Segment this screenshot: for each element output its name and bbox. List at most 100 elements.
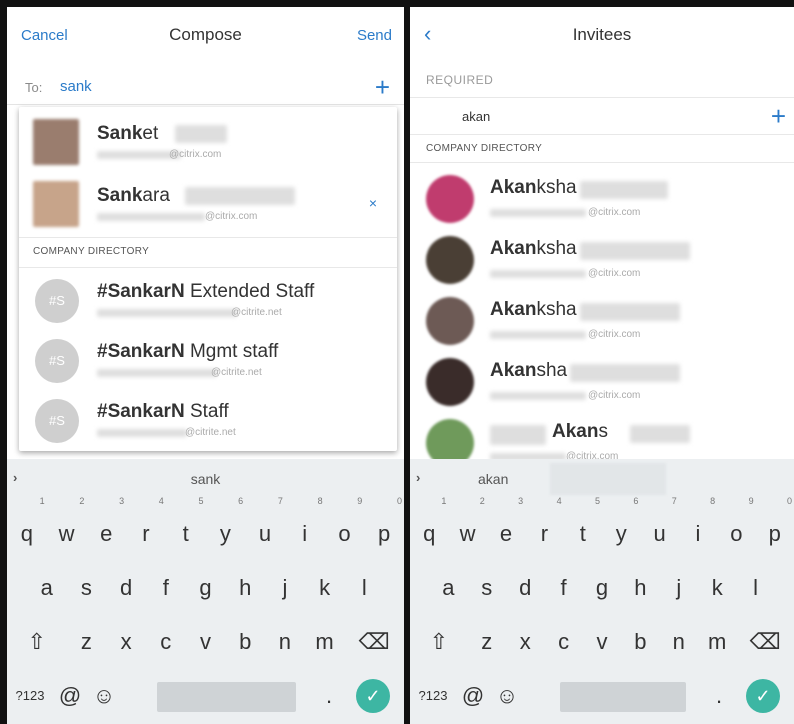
suggestion-word[interactable]: akan	[478, 471, 508, 487]
to-input[interactable]: sank	[60, 78, 92, 95]
key-o[interactable]: o9	[325, 497, 365, 559]
key-c[interactable]: c	[146, 617, 186, 667]
keyboard-row: q1w2e3r4t5y6u7i8o9p0	[410, 497, 794, 563]
emoji-icon[interactable]: ☺	[87, 671, 121, 721]
send-button[interactable]: Send	[357, 27, 392, 44]
suggestion-slot[interactable]	[550, 463, 666, 495]
key-q[interactable]: q1	[7, 497, 47, 559]
emoji-icon[interactable]: ☺	[490, 671, 524, 721]
key-b[interactable]: b	[225, 617, 265, 667]
key-s[interactable]: s	[67, 563, 107, 613]
key-y[interactable]: y6	[602, 497, 640, 559]
key-y[interactable]: y6	[206, 497, 246, 559]
key-h[interactable]: h	[621, 563, 659, 613]
invitee-row[interactable]: Akansha @citrix.com	[410, 352, 794, 412]
to-field[interactable]: To: sank +	[7, 69, 404, 105]
key-a[interactable]: a	[27, 563, 67, 613]
required-field[interactable]: akan +	[410, 97, 794, 135]
key-d[interactable]: d	[106, 563, 146, 613]
key-v[interactable]: v	[583, 617, 621, 667]
key-w[interactable]: w2	[448, 497, 486, 559]
group-suggestion[interactable]: #S #SankarN Staff @citrite.net	[19, 391, 397, 453]
key-i[interactable]: i8	[679, 497, 717, 559]
group-suggestion[interactable]: #S #SankarN Extended Staff @citrite.net	[19, 271, 397, 333]
key-at[interactable]: @	[456, 671, 490, 721]
invitee-name: Akanksha	[490, 177, 577, 198]
enter-icon[interactable]: ✓	[746, 679, 780, 713]
suggestion-word[interactable]: sank	[7, 471, 404, 487]
group-suggestion[interactable]: #S #SankarN Mgmt staff @citrite.net	[19, 331, 397, 393]
key-f[interactable]: f	[146, 563, 186, 613]
symbols-key[interactable]: ?123	[7, 671, 53, 721]
invitee-row[interactable]: Akanksha @citrix.com	[410, 230, 794, 290]
key-o[interactable]: o9	[717, 497, 755, 559]
key-g[interactable]: g	[186, 563, 226, 613]
key-r[interactable]: r4	[126, 497, 166, 559]
add-invitee-icon[interactable]: +	[771, 103, 786, 129]
key-v[interactable]: v	[186, 617, 226, 667]
key-period[interactable]: .	[314, 671, 344, 721]
key-m[interactable]: m	[698, 617, 736, 667]
symbols-key[interactable]: ?123	[410, 671, 456, 721]
backspace-icon[interactable]: ⌫	[344, 617, 404, 667]
group-email-domain: @citrite.net	[211, 367, 262, 378]
key-u[interactable]: u7	[245, 497, 285, 559]
key-g[interactable]: g	[583, 563, 621, 613]
key-s[interactable]: s	[468, 563, 506, 613]
key-b[interactable]: b	[621, 617, 659, 667]
invitee-row[interactable]: Akanksha @citrix.com	[410, 291, 794, 351]
keyboard-row: ⇧ z x c v b n m ⌫	[7, 617, 404, 671]
key-u[interactable]: u7	[640, 497, 678, 559]
redacted-name	[185, 187, 295, 205]
invitee-avatar	[426, 358, 474, 406]
key-c[interactable]: c	[544, 617, 582, 667]
shift-icon[interactable]: ⇧	[7, 617, 67, 667]
key-z[interactable]: z	[468, 617, 506, 667]
space-bar[interactable]	[560, 682, 686, 712]
key-i[interactable]: i8	[285, 497, 325, 559]
key-n[interactable]: n	[660, 617, 698, 667]
key-q[interactable]: q1	[410, 497, 448, 559]
key-x[interactable]: x	[106, 617, 146, 667]
key-l[interactable]: l	[736, 563, 774, 613]
contact-suggestion[interactable]: Sankara @citrix.com ×	[19, 173, 397, 235]
key-k[interactable]: k	[698, 563, 736, 613]
key-a[interactable]: a	[429, 563, 467, 613]
keyboard-row: ⇧ z x c v b n m ⌫	[410, 617, 794, 671]
key-at[interactable]: @	[53, 671, 87, 721]
key-d[interactable]: d	[506, 563, 544, 613]
key-t[interactable]: t5	[564, 497, 602, 559]
keyboard: q 1 w 2 e 3 r 4 t 5 y 6 u 7 i 8 o 9 p 0 a s d f g h j k l ⇧ z x c v b n m ⌫ ?1…	[410, 497, 794, 724]
invitee-row[interactable]: Akanksha @citrix.com	[410, 169, 794, 229]
compose-header: Cancel Compose Send	[7, 7, 404, 63]
shift-icon[interactable]: ⇧	[410, 617, 468, 667]
enter-icon[interactable]: ✓	[356, 679, 390, 713]
add-recipient-icon[interactable]: +	[375, 74, 390, 100]
backspace-icon[interactable]: ⌫	[736, 617, 794, 667]
invitee-email-domain: @citrix.com	[588, 268, 641, 279]
expand-suggestions-icon[interactable]: ›	[416, 470, 420, 485]
key-e[interactable]: e3	[86, 497, 126, 559]
required-input[interactable]: akan	[462, 109, 490, 124]
key-h[interactable]: h	[225, 563, 265, 613]
key-e[interactable]: e3	[487, 497, 525, 559]
key-t[interactable]: t5	[166, 497, 206, 559]
key-x[interactable]: x	[506, 617, 544, 667]
key-k[interactable]: k	[305, 563, 345, 613]
key-w[interactable]: w2	[47, 497, 87, 559]
key-p[interactable]: p0	[756, 497, 794, 559]
key-z[interactable]: z	[67, 617, 107, 667]
key-f[interactable]: f	[544, 563, 582, 613]
key-l[interactable]: l	[344, 563, 384, 613]
key-m[interactable]: m	[305, 617, 345, 667]
key-n[interactable]: n	[265, 617, 305, 667]
contact-suggestion[interactable]: Sanket @citrix.com	[19, 111, 397, 173]
key-period[interactable]: .	[704, 671, 734, 721]
remove-icon[interactable]: ×	[369, 195, 377, 211]
key-p[interactable]: p0	[364, 497, 404, 559]
key-j[interactable]: j	[660, 563, 698, 613]
key-r[interactable]: r4	[525, 497, 563, 559]
invitee-name: Akans	[552, 421, 608, 442]
space-bar[interactable]	[157, 682, 296, 712]
key-j[interactable]: j	[265, 563, 305, 613]
